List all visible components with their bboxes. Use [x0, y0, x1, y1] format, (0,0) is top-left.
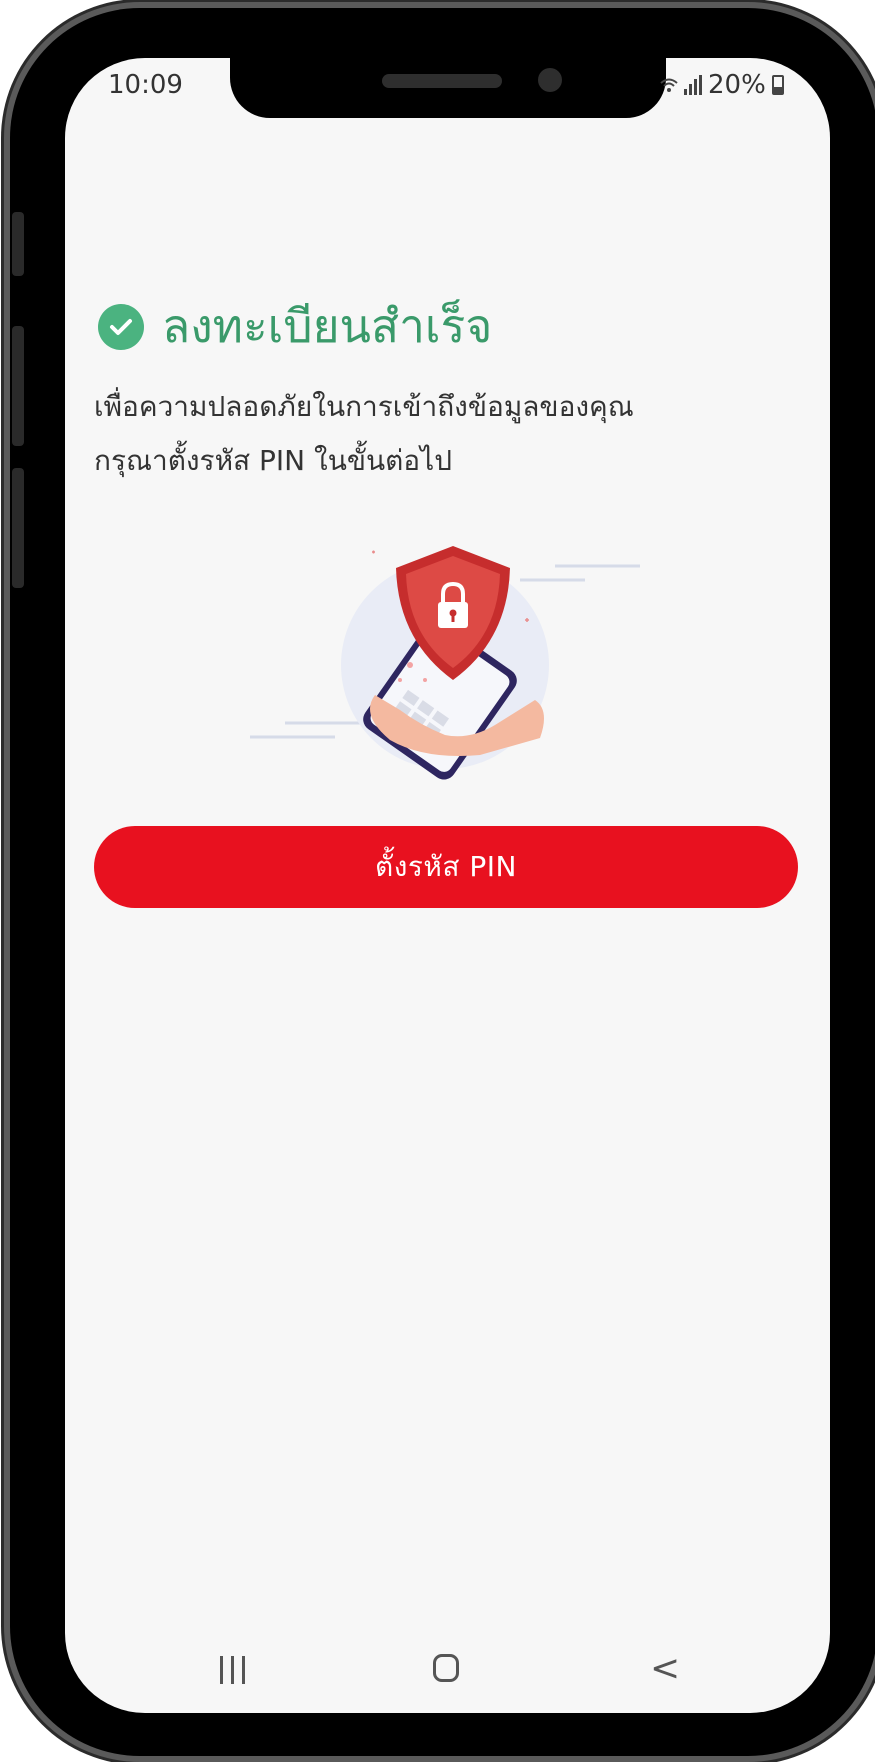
volume-up-button: [12, 326, 24, 446]
description-line-1: เพื่อความปลอดภัยในการเข้าถึงข้อมูลของคุณ: [94, 390, 634, 423]
signal-icon: [684, 75, 702, 95]
battery-percent: 20%: [708, 70, 766, 100]
notch: [230, 58, 666, 118]
description-line-2: กรุณาตั้งรหัส PIN ในขั้นต่อไป: [94, 444, 452, 477]
success-title-row: ลงทะเบียนสำเร็จ: [98, 290, 492, 363]
wifi-icon: [660, 78, 678, 92]
home-icon[interactable]: [433, 1654, 459, 1682]
back-icon[interactable]: <: [650, 1648, 680, 1689]
navigation-bar: <: [65, 1640, 830, 1700]
set-pin-button[interactable]: ตั้งรหัส PIN: [94, 826, 798, 908]
phone-shield-lock-illustration: [250, 546, 640, 780]
speaker: [382, 74, 502, 88]
camera: [538, 68, 562, 92]
volume-down-button: [12, 468, 24, 588]
battery-icon: [771, 75, 784, 95]
side-button: [12, 212, 24, 276]
check-circle-icon: [98, 303, 144, 350]
page-title: ลงทะเบียนสำเร็จ: [162, 299, 493, 353]
status-icons: 20%: [660, 70, 784, 100]
status-time: 10:09: [108, 70, 183, 100]
recent-apps-icon[interactable]: [220, 1656, 245, 1684]
description: เพื่อความปลอดภัยในการเข้าถึงข้อมูลของคุณ…: [94, 380, 774, 488]
